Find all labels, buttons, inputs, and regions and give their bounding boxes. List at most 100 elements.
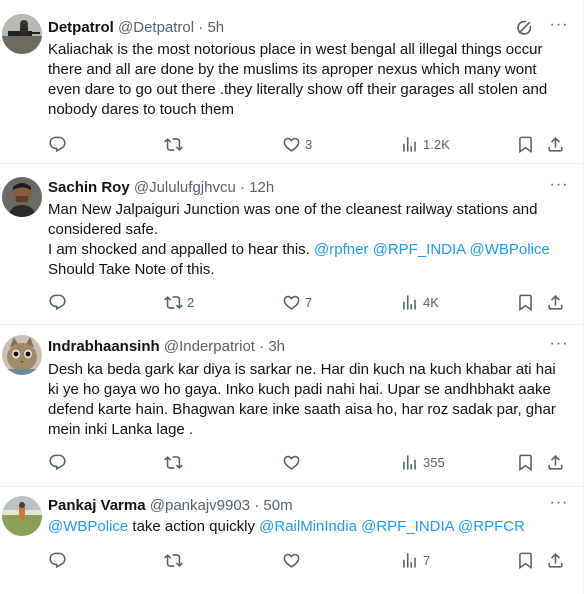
tweet-header: Detpatrol @Detpatrol · 5h xyxy=(48,18,224,38)
views-button[interactable]: 355 xyxy=(400,452,445,472)
more-icon[interactable]: ··· xyxy=(548,177,570,198)
user-handle[interactable]: @Inderpatriot xyxy=(164,338,255,355)
tweet[interactable]: Sachin Roy @Jululufgjhvcu · 12h ··· Man … xyxy=(0,164,583,325)
avatar[interactable] xyxy=(2,177,42,217)
action-bar: 355 xyxy=(48,452,570,472)
bookmark-icon xyxy=(516,293,535,312)
action-bar: 7 xyxy=(48,550,570,570)
bookmark-button[interactable] xyxy=(516,550,535,570)
views-button[interactable]: 4K xyxy=(400,292,439,312)
more-icon[interactable]: ··· xyxy=(548,17,570,38)
analytics-icon xyxy=(400,135,419,154)
share-icon xyxy=(546,551,565,570)
views-button[interactable]: 1.2K xyxy=(400,134,450,154)
reply-button[interactable] xyxy=(48,134,71,154)
timestamp[interactable]: 50m xyxy=(263,497,292,514)
tweet[interactable]: Detpatrol @Detpatrol · 5h ··· Kaliachak … xyxy=(0,0,583,164)
reply-feed: Detpatrol @Detpatrol · 5h ··· Kaliachak … xyxy=(0,0,584,594)
mention-link[interactable]: @WBPolice xyxy=(470,241,550,258)
repost-button[interactable] xyxy=(164,452,187,472)
tweet-text-line: Should Take Note of this. xyxy=(48,261,215,278)
like-count: 3 xyxy=(305,136,313,152)
tweet-text-line: Man New Jalpaiguri Junction was one of t… xyxy=(48,201,538,238)
mention-link[interactable]: @RPFCR xyxy=(458,518,525,535)
avatar-image xyxy=(2,177,42,217)
heart-icon xyxy=(282,551,301,570)
action-bar: 3 1.2K xyxy=(48,134,570,154)
like-count: 7 xyxy=(305,294,313,310)
share-button[interactable] xyxy=(546,452,565,472)
share-button[interactable] xyxy=(546,292,565,312)
display-name[interactable]: Sachin Roy xyxy=(48,179,130,196)
tweet[interactable]: Indrabhaansinh @Inderpatriot · 3h ··· De… xyxy=(0,325,583,487)
view-count: 355 xyxy=(423,454,445,470)
reply-icon xyxy=(48,293,67,312)
user-handle[interactable]: @Detpatrol xyxy=(118,19,194,36)
reply-button[interactable] xyxy=(48,292,71,312)
views-button[interactable]: 7 xyxy=(400,550,430,570)
repost-button[interactable]: 2 xyxy=(164,292,194,312)
separator-dot: · xyxy=(194,19,208,36)
bookmark-button[interactable] xyxy=(516,292,535,312)
tweet-text: Kaliachak is the most notorious place in… xyxy=(48,41,548,118)
tweet-header: Indrabhaansinh @Inderpatriot · 3h xyxy=(48,337,285,357)
tweet-text-line: take action quickly xyxy=(128,518,260,535)
avatar[interactable] xyxy=(2,335,42,375)
like-button[interactable]: 3 xyxy=(282,134,312,154)
analytics-icon xyxy=(400,453,419,472)
tweet-text-line: I am shocked and appalled to hear this. xyxy=(48,241,310,258)
bookmark-icon xyxy=(516,453,535,472)
action-bar: 2 7 4K xyxy=(48,292,570,312)
mention-link[interactable]: @RPF_INDIA xyxy=(373,241,466,258)
timestamp[interactable]: 5h xyxy=(207,19,224,36)
more-icon[interactable]: ··· xyxy=(548,336,570,357)
grok-icon[interactable] xyxy=(514,18,534,38)
like-button[interactable] xyxy=(282,452,305,472)
reply-icon xyxy=(48,551,67,570)
mention-link[interactable]: @RailMinIndia xyxy=(259,518,357,535)
repost-icon xyxy=(164,135,183,154)
repost-icon xyxy=(164,551,183,570)
reply-button[interactable] xyxy=(48,452,71,472)
tweet-header: Sachin Roy @Jululufgjhvcu · 12h xyxy=(48,178,274,198)
separator-dot: · xyxy=(254,338,269,355)
repost-icon xyxy=(164,453,183,472)
display-name[interactable]: Indrabhaansinh xyxy=(48,338,160,355)
view-count: 4K xyxy=(423,294,439,310)
timestamp[interactable]: 3h xyxy=(268,338,285,355)
reply-icon xyxy=(48,135,67,154)
tweet-header: Pankaj Varma @pankajv9903 · 50m xyxy=(48,496,293,516)
repost-button[interactable] xyxy=(164,134,187,154)
mention-link[interactable]: @rpfner xyxy=(314,241,368,258)
timestamp[interactable]: 12h xyxy=(249,179,274,196)
analytics-icon xyxy=(400,551,419,570)
share-button[interactable] xyxy=(546,134,565,154)
like-button[interactable]: 7 xyxy=(282,292,312,312)
more-icon[interactable]: ··· xyxy=(548,495,570,516)
bookmark-icon xyxy=(516,551,535,570)
separator-dot: · xyxy=(235,179,250,196)
share-icon xyxy=(546,453,565,472)
avatar-image xyxy=(2,496,42,536)
tweet[interactable]: Pankaj Varma @pankajv9903 · 50m ··· @WBP… xyxy=(0,487,583,594)
bookmark-button[interactable] xyxy=(516,134,535,154)
like-button[interactable] xyxy=(282,550,305,570)
display-name[interactable]: Detpatrol xyxy=(48,19,114,36)
repost-button[interactable] xyxy=(164,550,187,570)
tweet-text: Desh ka beda gark kar diya is sarkar ne.… xyxy=(48,361,556,438)
bookmark-button[interactable] xyxy=(516,452,535,472)
repost-icon xyxy=(164,293,183,312)
user-handle[interactable]: @pankajv9903 xyxy=(150,497,250,514)
mention-link[interactable]: @RPF_INDIA xyxy=(361,518,454,535)
avatar[interactable] xyxy=(2,496,42,536)
display-name[interactable]: Pankaj Varma xyxy=(48,497,146,514)
user-handle[interactable]: @Jululufgjhvcu xyxy=(134,179,236,196)
avatar[interactable] xyxy=(2,14,42,54)
tweet-text: @WBPolice take action quickly @RailMinIn… xyxy=(48,517,566,537)
share-button[interactable] xyxy=(546,550,565,570)
view-count: 7 xyxy=(423,552,431,568)
reply-button[interactable] xyxy=(48,550,71,570)
heart-icon xyxy=(282,453,301,472)
mention-link[interactable]: @WBPolice xyxy=(48,518,128,535)
bookmark-icon xyxy=(516,135,535,154)
